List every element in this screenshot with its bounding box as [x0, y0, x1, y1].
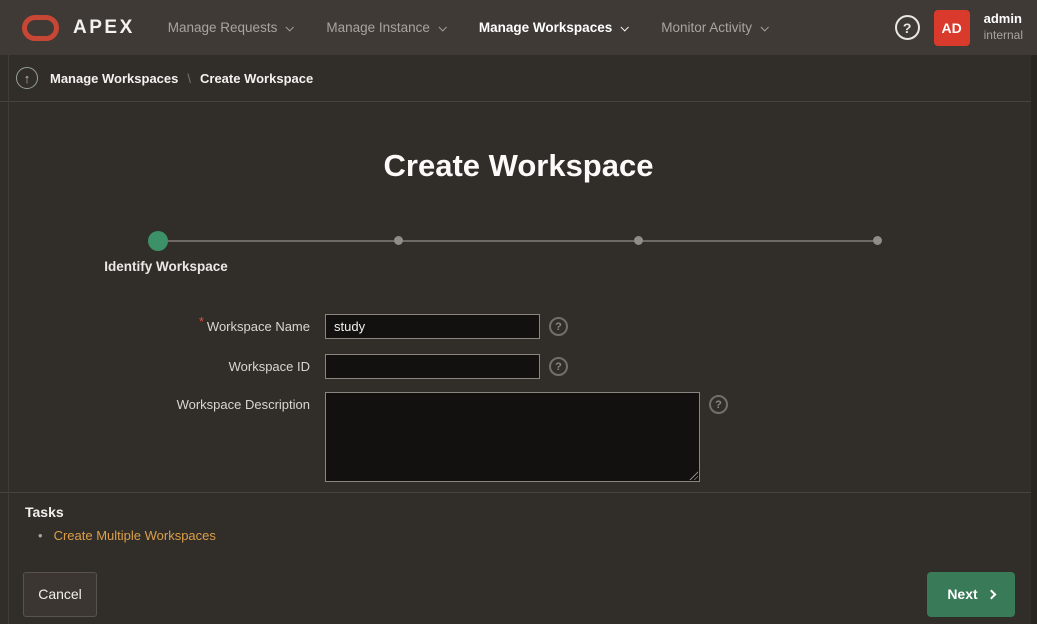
wizard-train: Identify Workspace — [158, 231, 877, 251]
create-multiple-workspaces-link[interactable]: Create Multiple Workspaces — [54, 528, 216, 543]
chevron-down-icon — [438, 23, 446, 31]
tasks-region: Tasks • Create Multiple Workspaces — [0, 492, 1037, 570]
workspace-id-input[interactable] — [325, 354, 540, 379]
user-avatar[interactable]: AD — [934, 10, 970, 46]
nav-item-manage-requests[interactable]: Manage Requests — [151, 0, 310, 55]
brand-logo[interactable]: APEX — [22, 15, 135, 41]
wizard-step-dot — [394, 236, 403, 245]
oracle-logo-icon — [22, 15, 59, 41]
nav-right: ? AD admin internal — [895, 10, 1023, 46]
wizard-buttons: Cancel Next — [0, 570, 1037, 624]
workspace-description-textarea[interactable] — [325, 392, 700, 482]
nav-item-manage-instance[interactable]: Manage Instance — [309, 0, 462, 55]
chevron-down-icon — [760, 23, 768, 31]
wizard-step-dot — [634, 236, 643, 245]
nav-item-monitor-activity[interactable]: Monitor Activity — [644, 0, 784, 55]
breadcrumb-separator: \ — [187, 71, 191, 86]
cancel-button[interactable]: Cancel — [23, 572, 97, 617]
help-glyph: ? — [555, 321, 562, 333]
required-icon: * — [199, 314, 204, 330]
nav-item-label: Manage Workspaces — [479, 20, 612, 35]
breadcrumb-current: Create Workspace — [200, 71, 313, 86]
nav-item-label: Monitor Activity — [661, 20, 752, 35]
workspace-name-input[interactable] — [325, 314, 540, 339]
nav-item-manage-workspaces[interactable]: Manage Workspaces — [462, 0, 644, 55]
window-edge — [1031, 55, 1037, 624]
form-row-workspace-id: Workspace ID ? — [0, 354, 760, 379]
wizard-train-line — [158, 240, 877, 242]
workspace-form: *Workspace Name ? Workspace ID ? Workspa… — [0, 314, 760, 497]
brand-name: APEX — [73, 17, 135, 39]
workspace-description-label: Workspace Description — [0, 392, 310, 413]
help-glyph: ? — [715, 399, 722, 411]
form-row-workspace-description: Workspace Description ? — [0, 392, 760, 482]
bullet-icon: • — [38, 528, 43, 543]
help-glyph: ? — [903, 20, 912, 36]
main-content: Create Workspace Identify Workspace *Wor… — [0, 102, 1037, 492]
user-name: admin — [984, 11, 1023, 28]
user-realm: internal — [984, 28, 1023, 44]
nav-item-label: Manage Instance — [326, 20, 430, 35]
nav-item-label: Manage Requests — [168, 20, 278, 35]
page-title: Create Workspace — [0, 148, 1037, 184]
breadcrumb-parent[interactable]: Manage Workspaces — [50, 71, 178, 86]
help-glyph: ? — [555, 361, 562, 373]
up-arrow-icon[interactable]: ↑ — [16, 67, 38, 89]
workspace-name-label: *Workspace Name — [0, 314, 310, 335]
workspace-id-label: Workspace ID — [0, 354, 310, 375]
wizard-step-dot — [873, 236, 882, 245]
next-button-label: Next — [947, 586, 977, 602]
up-arrow-glyph: ↑ — [24, 71, 31, 86]
top-nav: APEX Manage Requests Manage Instance Man… — [0, 0, 1037, 55]
content-left-border — [8, 55, 9, 624]
user-menu[interactable]: admin internal — [984, 11, 1023, 43]
workspace-name-control — [325, 314, 540, 339]
workspace-id-control — [325, 354, 540, 379]
breadcrumb: ↑ Manage Workspaces \ Create Workspace — [0, 55, 1037, 102]
field-help-icon[interactable]: ? — [549, 317, 568, 336]
help-icon[interactable]: ? — [895, 15, 920, 40]
chevron-down-icon — [621, 23, 629, 31]
workspace-description-control — [325, 392, 700, 482]
wizard-step-label: Identify Workspace — [104, 259, 228, 274]
avatar-initials: AD — [942, 20, 962, 36]
list-item: • Create Multiple Workspaces — [25, 528, 1037, 543]
form-row-workspace-name: *Workspace Name ? — [0, 314, 760, 339]
nav-menu: Manage Requests Manage Instance Manage W… — [151, 0, 784, 55]
field-help-icon[interactable]: ? — [709, 395, 728, 414]
next-button[interactable]: Next — [927, 572, 1015, 617]
field-help-icon[interactable]: ? — [549, 357, 568, 376]
wizard-step-dot-current — [148, 231, 168, 251]
chevron-right-icon — [986, 589, 996, 599]
chevron-down-icon — [286, 23, 294, 31]
tasks-title: Tasks — [25, 504, 1037, 520]
